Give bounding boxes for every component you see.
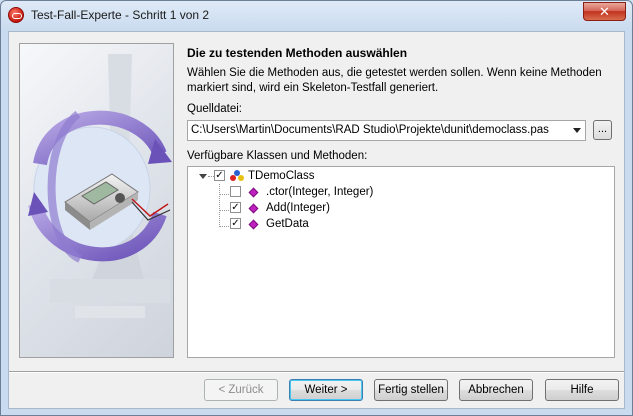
help-button[interactable]: Hilfe	[545, 379, 619, 401]
tree-item-ctor[interactable]: .ctor(Integer, Integer)	[188, 185, 608, 201]
app-icon	[8, 7, 24, 23]
tree-item-label: Add(Integer)	[266, 202, 330, 214]
source-file-value: C:\Users\Martin\Documents\RAD Studio\Pro…	[191, 124, 549, 136]
page-heading: Die zu testenden Methoden auswählen	[187, 46, 408, 60]
tree-item-add[interactable]: ✓ Add(Integer)	[188, 201, 608, 217]
page-description: Wählen Sie die Methoden aus, die geteste…	[187, 67, 602, 94]
finish-button[interactable]: Fertig stellen	[374, 379, 448, 401]
close-button[interactable]: ✕	[583, 2, 626, 21]
title-bar[interactable]: Test-Fall-Experte - Schritt 1 von 2 ✕	[1, 1, 632, 31]
chevron-down-icon[interactable]	[573, 128, 581, 133]
tree-item-tdemoclass[interactable]: ✓ TDemoClass	[188, 169, 608, 185]
window-title: Test-Fall-Experte - Schritt 1 von 2	[31, 8, 210, 22]
wizard-client-area: Die zu testenden Methoden auswählen Wähl…	[8, 31, 625, 409]
wizard-window: Test-Fall-Experte - Schritt 1 von 2 ✕ Di…	[0, 0, 633, 416]
classes-methods-label: Verfügbare Klassen und Methoden:	[187, 150, 368, 162]
back-button[interactable]: < Zurück	[204, 379, 278, 401]
classes-methods-tree[interactable]: ✓ TDemoClass .ctor(Integer, Integer) ✓ A…	[187, 166, 615, 358]
tree-item-label: TDemoClass	[248, 170, 315, 182]
class-icon	[230, 170, 244, 182]
expand-toggle-icon[interactable]	[199, 174, 207, 179]
tree-item-getdata[interactable]: ✓ GetData	[188, 217, 608, 233]
method-icon	[248, 219, 259, 230]
source-file-combobox[interactable]: C:\Users\Martin\Documents\RAD Studio\Pro…	[187, 120, 586, 141]
add-checkbox[interactable]: ✓	[230, 202, 241, 213]
next-button[interactable]: Weiter >	[289, 379, 363, 401]
getdata-checkbox[interactable]: ✓	[230, 218, 241, 229]
method-icon	[248, 203, 259, 214]
method-icon	[248, 187, 259, 198]
illustration-graphic	[28, 54, 172, 318]
cancel-button[interactable]: Abbrechen	[459, 379, 533, 401]
tree-item-label: GetData	[266, 218, 309, 230]
tree-item-label: .ctor(Integer, Integer)	[266, 186, 374, 198]
wizard-illustration	[19, 43, 174, 358]
button-separator	[9, 371, 624, 373]
ctor-checkbox[interactable]	[230, 186, 241, 197]
source-file-label: Quelldatei:	[187, 103, 242, 115]
browse-button[interactable]: ...	[593, 120, 612, 140]
tdemoclass-checkbox[interactable]: ✓	[214, 170, 225, 181]
